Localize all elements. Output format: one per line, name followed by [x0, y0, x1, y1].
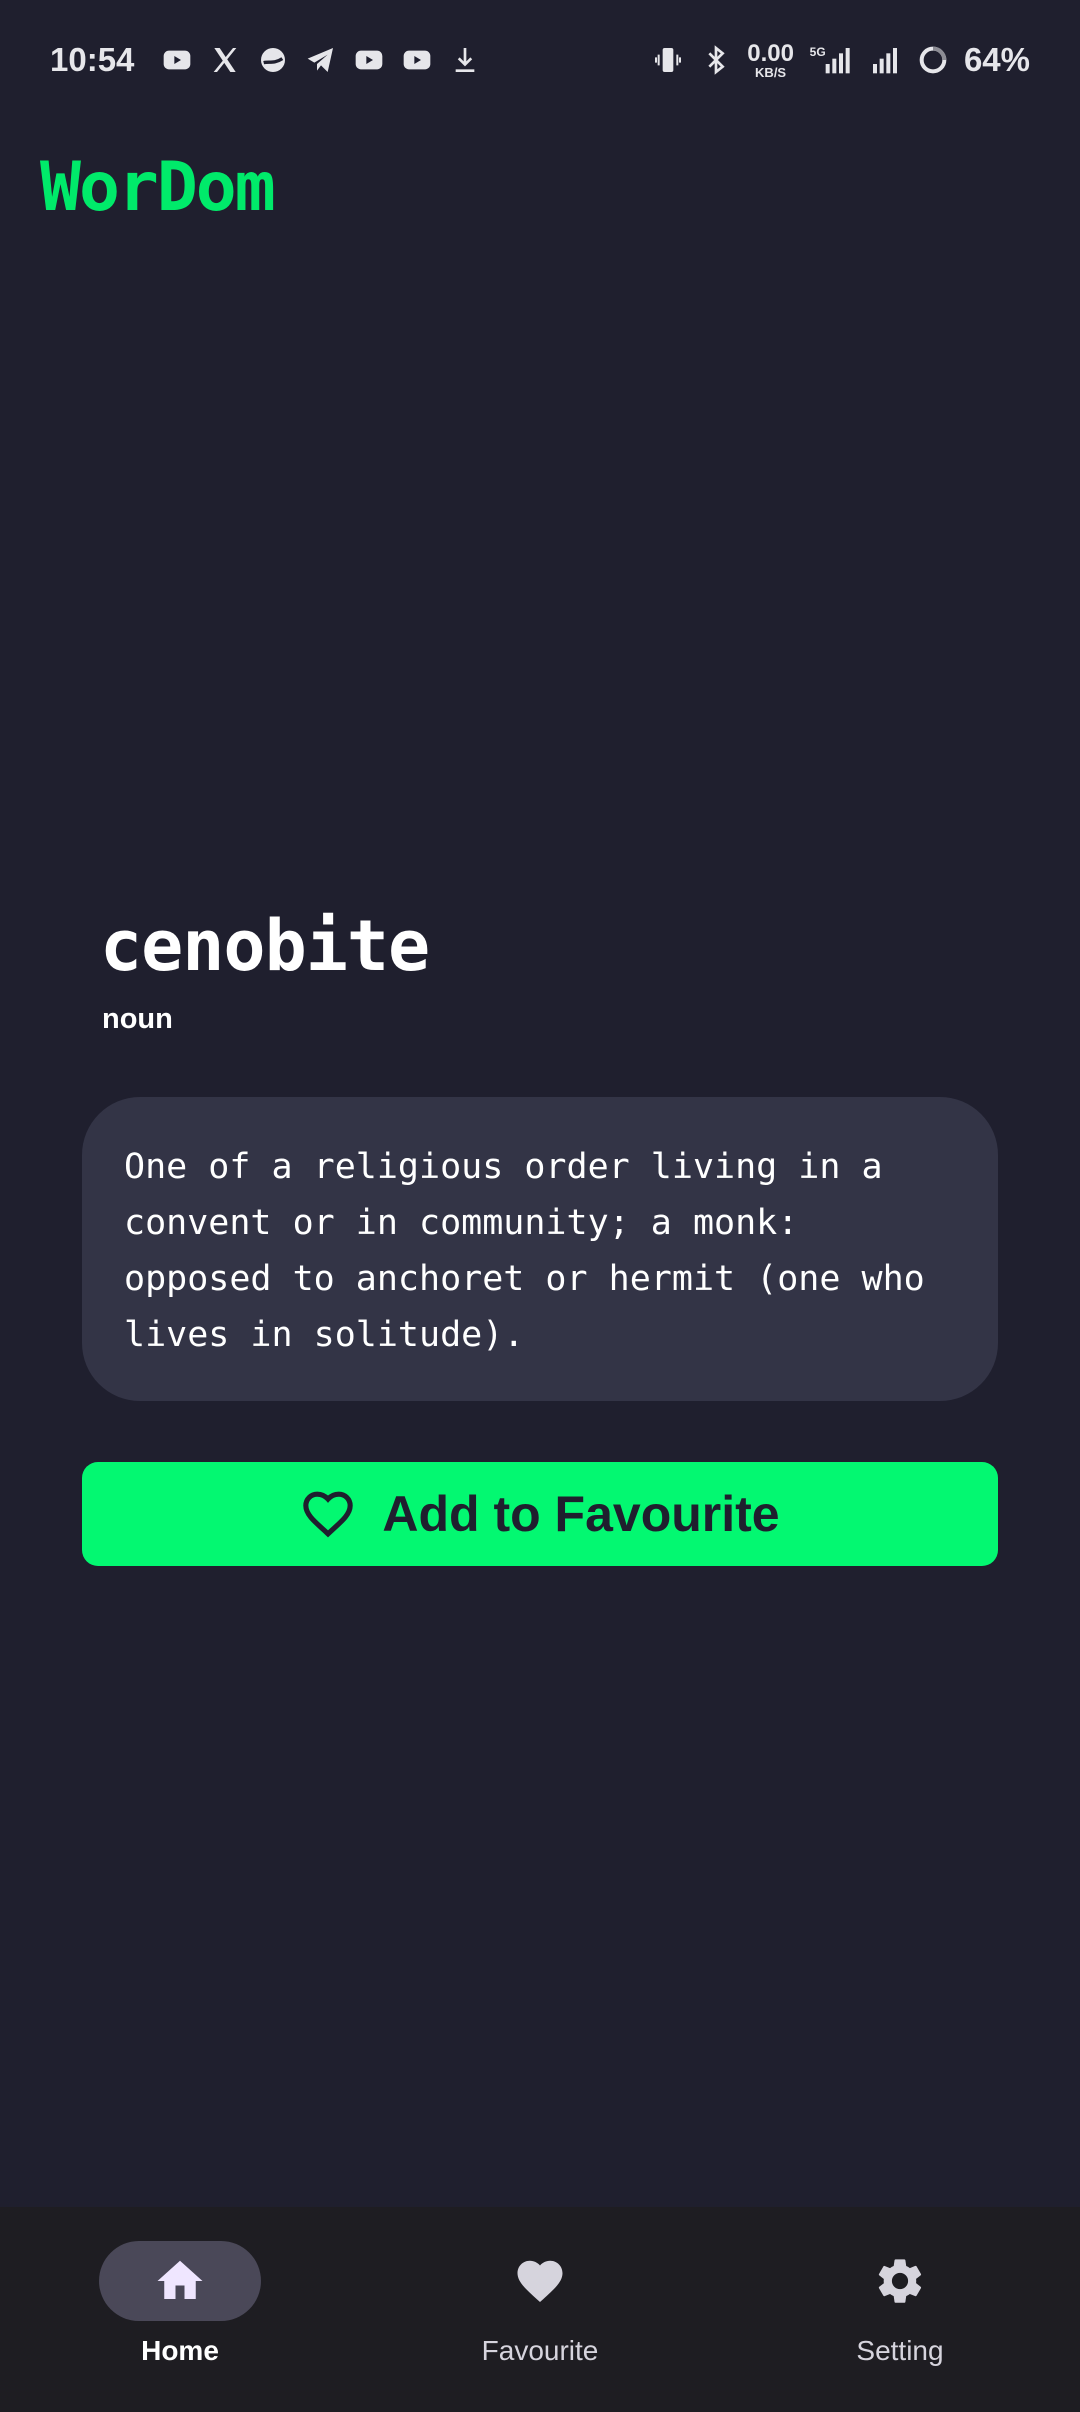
part-of-speech: noun [102, 1003, 173, 1035]
nav-label-favourite: Favourite [481, 2335, 599, 2366]
heart-icon [513, 2254, 567, 2308]
chrome-like-icon [256, 43, 290, 77]
nav-favourite-indicator [459, 2241, 621, 2321]
net-speed-unit: KB/S [755, 64, 787, 80]
nav-setting-indicator [819, 2241, 981, 2321]
status-left: 10:54 [50, 41, 482, 79]
status-right: 0.00 KB/S 5G 64% [651, 41, 1030, 79]
youtube-icon [400, 43, 434, 77]
nav-label-home: Home [141, 2335, 219, 2366]
x-icon [208, 43, 242, 77]
nav-item-home[interactable]: Home [0, 2207, 360, 2412]
status-bar: 10:54 0.00 KB/S 5G 64% [0, 0, 1080, 120]
net-speed-value: 0.00 [747, 39, 794, 67]
youtube-icon [352, 43, 386, 77]
youtube-icon [160, 43, 194, 77]
bottom-navigation: Home Favourite Setting [0, 2207, 1080, 2412]
definition-text: One of a religious order living in a con… [124, 1147, 925, 1355]
nav-item-favourite[interactable]: Favourite [360, 2207, 720, 2412]
gear-icon [873, 2254, 927, 2308]
home-icon [153, 2254, 207, 2308]
nav-item-setting[interactable]: Setting [720, 2207, 1080, 2412]
network-type-text: 5G [810, 45, 826, 59]
signal-icon [868, 43, 902, 77]
add-to-favourite-button[interactable]: Add to Favourite [82, 1462, 998, 1566]
word-title: cenobite [100, 905, 430, 987]
telegram-icon [304, 43, 338, 77]
bluetooth-icon [699, 43, 733, 77]
net-speed: 0.00 KB/S [747, 39, 794, 80]
heart-outline-icon [300, 1486, 356, 1542]
app-title: WorDom [40, 148, 276, 227]
download-icon [448, 43, 482, 77]
battery-saver-icon [916, 43, 950, 77]
clock: 10:54 [50, 41, 135, 78]
battery-percent: 64% [963, 41, 1030, 78]
vibrate-icon [651, 43, 685, 77]
definition-card: One of a religious order living in a con… [82, 1097, 998, 1401]
nav-label-setting: Setting [856, 2335, 944, 2366]
signal-5g-icon: 5G [808, 43, 854, 77]
nav-home-indicator [99, 2241, 261, 2321]
add-to-favourite-label: Add to Favourite [382, 1486, 780, 1542]
